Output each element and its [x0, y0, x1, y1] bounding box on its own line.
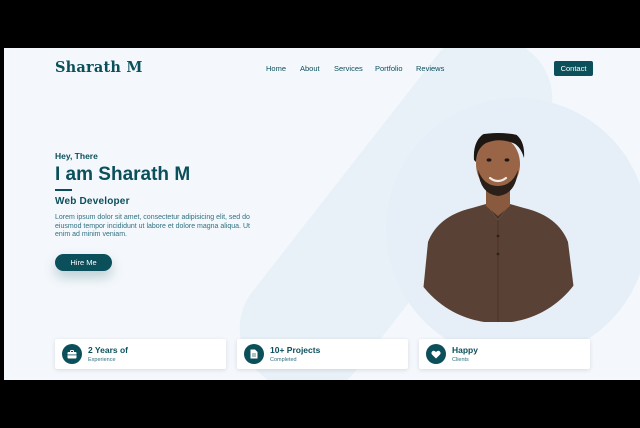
stat-subtitle: Completed	[270, 357, 297, 363]
profile-photo	[420, 133, 578, 322]
heart-icon	[426, 344, 446, 364]
hero-greeting: Hey, There	[55, 151, 98, 161]
briefcase-icon	[62, 344, 82, 364]
main-nav: Home About Services Portfolio Reviews	[266, 64, 446, 73]
nav-portfolio-link[interactable]: Portfolio	[375, 64, 416, 73]
stat-title: 2 Years of	[88, 345, 129, 355]
nav-about-link[interactable]: About	[300, 64, 334, 73]
stat-card-clients: Happy Clients	[419, 339, 590, 369]
hero-role: Web Developer	[55, 196, 130, 207]
hero-headline: I am Sharath M	[55, 164, 191, 185]
nav-reviews-link[interactable]: Reviews	[416, 64, 446, 73]
stat-card-projects: 10+ Projects Completed	[237, 339, 408, 369]
stat-card-experience: 2 Years of Experience	[55, 339, 226, 369]
contact-button[interactable]: Contact	[554, 61, 593, 76]
stat-subtitle: Clients	[452, 357, 469, 363]
stat-title: 10+ Projects	[270, 345, 321, 355]
page-viewport: Sharath M Home About Services Portfolio …	[4, 48, 640, 380]
stat-subtitle: Experience	[88, 357, 116, 363]
stat-title: Happy	[452, 345, 478, 355]
document-icon	[244, 344, 264, 364]
site-logo[interactable]: Sharath M	[55, 59, 143, 76]
nav-services-link[interactable]: Services	[334, 64, 375, 73]
hire-me-button[interactable]: Hire Me	[55, 254, 112, 271]
nav-home-link[interactable]: Home	[266, 64, 300, 73]
headline-underline	[55, 189, 72, 191]
hero-description: Lorem ipsum dolor sit amet, consectetur …	[55, 214, 250, 239]
